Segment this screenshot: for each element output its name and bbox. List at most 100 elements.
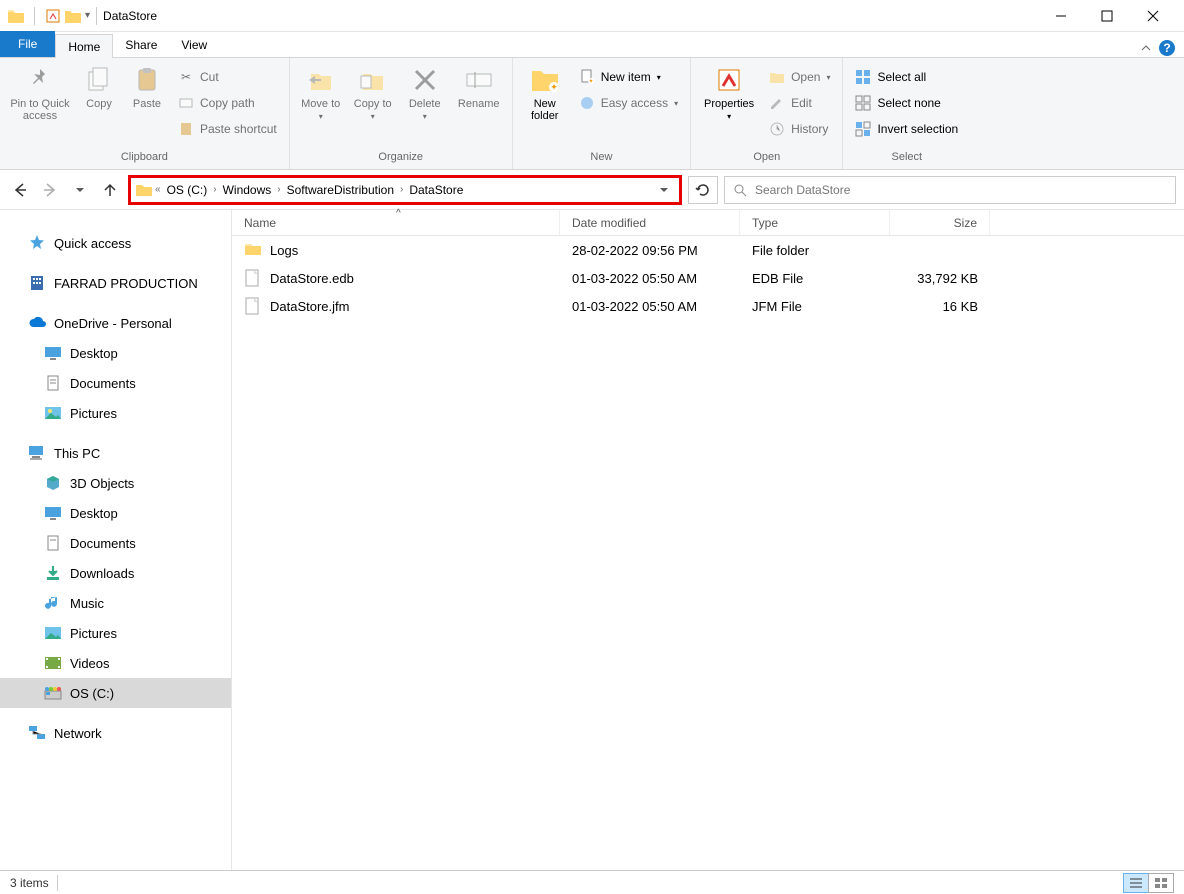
column-headers: ^ Name Date modified Type Size: [232, 210, 1184, 236]
recent-locations-button[interactable]: [68, 178, 92, 202]
invert-selection-icon: [855, 121, 871, 137]
breadcrumb[interactable]: « OS (C:) › Windows › SoftwareDistributi…: [128, 175, 682, 205]
minimize-button[interactable]: [1038, 1, 1084, 31]
nav-od-pictures[interactable]: Pictures: [0, 398, 231, 428]
file-row[interactable]: Logs28-02-2022 09:56 PMFile folder: [232, 236, 1184, 264]
nav-3d-objects[interactable]: 3D Objects: [0, 468, 231, 498]
group-clipboard: Pin to Quick access Copy Paste ✂Cut Copy…: [0, 58, 290, 169]
easy-access-icon: [579, 95, 595, 111]
pin-quick-access-button[interactable]: Pin to Quick access: [8, 62, 72, 122]
rename-button[interactable]: Rename: [454, 62, 504, 110]
paste-shortcut-button[interactable]: Paste shortcut: [174, 118, 281, 140]
documents-icon: [44, 534, 62, 552]
nav-farrad[interactable]: FARRAD PRODUCTION: [0, 268, 231, 298]
edit-button[interactable]: Edit: [765, 92, 834, 114]
nav-quick-access[interactable]: Quick access: [0, 228, 231, 258]
file-row[interactable]: DataStore.jfm01-03-2022 05:50 AMJFM File…: [232, 292, 1184, 320]
folder-icon: [244, 241, 262, 259]
breadcrumb-dropdown[interactable]: [653, 185, 675, 195]
nav-videos[interactable]: Videos: [0, 648, 231, 678]
details-view-button[interactable]: [1123, 873, 1149, 893]
delete-button[interactable]: Delete▾: [402, 62, 448, 121]
tab-file[interactable]: File: [0, 31, 55, 57]
up-button[interactable]: [98, 178, 122, 202]
qat-properties-icon[interactable]: [45, 8, 61, 24]
file-name: DataStore.edb: [270, 271, 354, 286]
copy-button[interactable]: Copy: [78, 62, 120, 110]
chevron-right-icon: ›: [277, 184, 280, 195]
svg-text:✦: ✦: [550, 82, 558, 92]
copy-path-button[interactable]: Copy path: [174, 92, 281, 114]
window-controls: [1038, 1, 1176, 31]
drive-icon: [44, 684, 62, 702]
thumbnails-view-button[interactable]: [1148, 873, 1174, 893]
nav-desktop[interactable]: Desktop: [0, 498, 231, 528]
folder-icon[interactable]: [65, 9, 81, 23]
title-bar: ▾ DataStore: [0, 0, 1184, 32]
breadcrumb-item[interactable]: Windows: [219, 183, 276, 197]
close-button[interactable]: [1130, 1, 1176, 31]
nav-od-desktop[interactable]: Desktop: [0, 338, 231, 368]
forward-button[interactable]: [38, 178, 62, 202]
help-icon[interactable]: ?: [1158, 39, 1176, 57]
maximize-button[interactable]: [1084, 1, 1130, 31]
file-date: 28-02-2022 09:56 PM: [560, 243, 740, 258]
column-type[interactable]: Type: [740, 210, 890, 235]
nav-os-c[interactable]: OS (C:): [0, 678, 231, 708]
tab-view[interactable]: View: [169, 33, 219, 57]
breadcrumb-item[interactable]: DataStore: [405, 183, 467, 197]
group-open: Properties▾ Open ▾ Edit History Open: [691, 58, 843, 169]
chevron-right-icon: ›: [213, 184, 216, 195]
building-icon: [28, 274, 46, 292]
file-name: Logs: [270, 243, 298, 258]
column-size[interactable]: Size: [890, 210, 990, 235]
nav-onedrive[interactable]: OneDrive - Personal: [0, 308, 231, 338]
chevron-right-icon: ›: [400, 184, 403, 195]
nav-documents[interactable]: Documents: [0, 528, 231, 558]
paste-button[interactable]: Paste: [126, 62, 168, 110]
new-folder-button[interactable]: ✦ New folder: [521, 62, 569, 122]
properties-button[interactable]: Properties▾: [699, 62, 759, 121]
select-all-icon: [855, 69, 871, 85]
column-date[interactable]: Date modified: [560, 210, 740, 235]
navigation-pane: Quick access FARRAD PRODUCTION OneDrive …: [0, 210, 232, 870]
copy-to-button[interactable]: Copy to▾: [350, 62, 396, 121]
cut-button[interactable]: ✂Cut: [174, 66, 281, 88]
new-item-button[interactable]: ✦New item ▾: [575, 66, 682, 88]
breadcrumb-item[interactable]: SoftwareDistribution: [283, 183, 398, 197]
nav-od-documents[interactable]: Documents: [0, 368, 231, 398]
refresh-button[interactable]: [688, 176, 718, 204]
svg-text:?: ?: [1163, 41, 1170, 55]
window-title: DataStore: [103, 9, 157, 23]
breadcrumb-item[interactable]: OS (C:): [163, 183, 212, 197]
qat-dropdown-icon[interactable]: ▾: [85, 10, 90, 21]
nav-network[interactable]: Network: [0, 718, 231, 748]
nav-this-pc[interactable]: This PC: [0, 438, 231, 468]
select-all-button[interactable]: Select all: [851, 66, 962, 88]
nav-pictures[interactable]: Pictures: [0, 618, 231, 648]
cut-icon: ✂: [178, 69, 194, 85]
ribbon-collapse[interactable]: ?: [1132, 39, 1184, 57]
tab-home[interactable]: Home: [55, 34, 113, 58]
back-button[interactable]: [8, 178, 32, 202]
select-none-button[interactable]: Select none: [851, 92, 962, 114]
easy-access-button[interactable]: Easy access ▾: [575, 92, 682, 114]
edit-icon: [769, 95, 785, 111]
move-to-button[interactable]: Move to▾: [298, 62, 344, 121]
nav-music[interactable]: Music: [0, 588, 231, 618]
chevron-up-icon: [1140, 42, 1152, 54]
ribbon-tabs: File Home Share View ?: [0, 32, 1184, 58]
folder-icon: [8, 9, 24, 23]
tab-share[interactable]: Share: [113, 33, 169, 57]
nav-downloads[interactable]: Downloads: [0, 558, 231, 588]
chevron-left-icon: «: [155, 184, 161, 195]
invert-selection-button[interactable]: Invert selection: [851, 118, 962, 140]
separator: [57, 875, 58, 891]
open-icon: [769, 69, 785, 85]
search-input[interactable]: Search DataStore: [724, 176, 1176, 204]
group-new: ✦ New folder ✦New item ▾ Easy access ▾ N…: [513, 58, 691, 169]
file-row[interactable]: DataStore.edb01-03-2022 05:50 AMEDB File…: [232, 264, 1184, 292]
new-folder-icon: ✦: [529, 64, 561, 96]
history-button[interactable]: History: [765, 118, 834, 140]
open-button[interactable]: Open ▾: [765, 66, 834, 88]
